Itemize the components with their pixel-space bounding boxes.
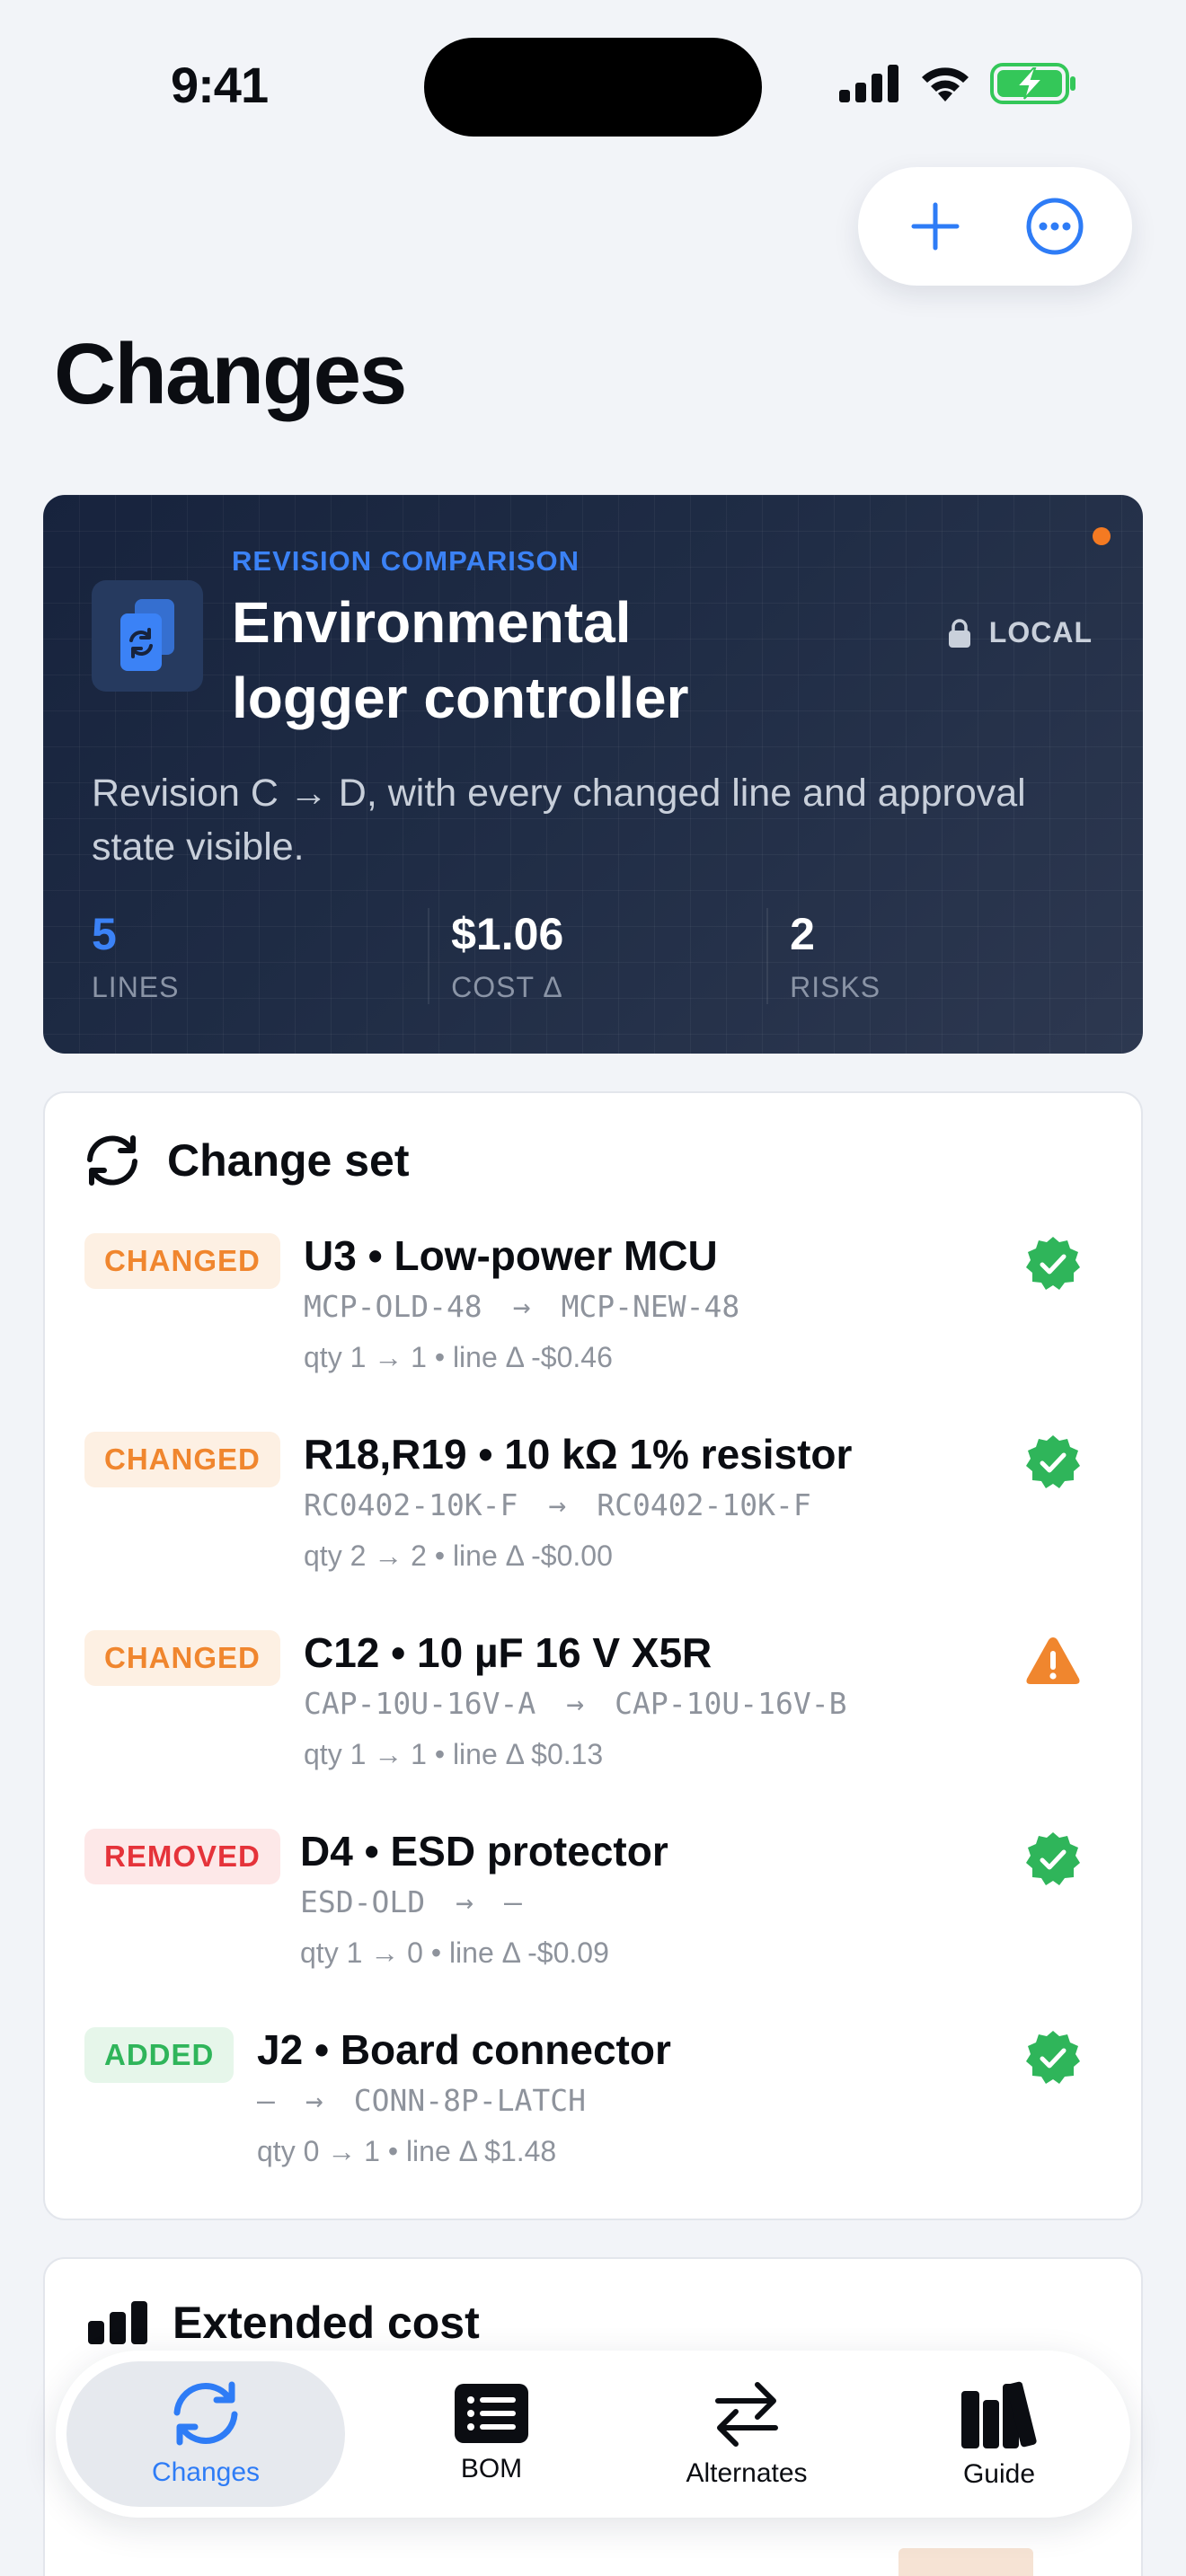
tab-changes[interactable]: Changes [66, 2361, 345, 2507]
stat-cost-delta: $1.06 COST Δ [429, 908, 769, 1004]
tab-bom[interactable]: BOM [397, 2361, 586, 2507]
dynamic-island [424, 38, 762, 137]
more-button[interactable] [1014, 186, 1095, 267]
hero-subtitle: Revision C → D, with every changed line … [92, 772, 1026, 869]
row-qty: qty 1 → 0 • line Δ -$0.09 [300, 1936, 609, 1969]
revision-summary-card[interactable]: REVISION COMPARISON Environmental logger… [43, 495, 1143, 1054]
cellular-signal-icon [839, 65, 898, 102]
arrow: → [456, 1884, 474, 1919]
arrow: → [566, 1686, 585, 1721]
list-icon [455, 2384, 528, 2443]
ellipsis-circle-icon [1026, 198, 1084, 255]
refresh-icon [87, 1135, 137, 1186]
row-title: U3 • Low-power MCU [304, 1232, 718, 1279]
warning-triangle-icon [1026, 1637, 1080, 1684]
extended-cost-title: Extended cost [173, 2298, 480, 2348]
from-part: RC0402-10K-F [304, 1487, 518, 1522]
row-parts: RC0402-10K-F → RC0402-10K-F [304, 1487, 811, 1522]
change-badge: CHANGED [84, 1630, 280, 1686]
change-row[interactable]: CHANGED C12 • 10 µF 16 V X5R CAP-10U-16V… [84, 1629, 1109, 1801]
wifi-icon [922, 67, 969, 101]
row-title: D4 • ESD protector [300, 1828, 668, 1875]
change-badge: CHANGED [84, 1233, 280, 1289]
row-qty: qty 2 → 2 • line Δ -$0.00 [304, 1539, 613, 1572]
arrow: → [305, 2083, 323, 2118]
stat-value: 2 [790, 909, 815, 959]
change-set-header: Change set [83, 1134, 410, 1187]
stat-lines: 5 LINES [92, 908, 430, 1004]
from-part: — [257, 2083, 275, 2118]
stat-value: 5 [92, 909, 117, 959]
battery-charging-icon [990, 63, 1075, 104]
change-row[interactable]: CHANGED R18,R19 • 10 kΩ 1% resistor RC04… [84, 1431, 1109, 1602]
row-parts: ESD-OLD → — [300, 1884, 522, 1919]
tab-bar: Changes BOM Alternates Guide [56, 2351, 1130, 2518]
stat-label: RISKS [790, 971, 881, 1003]
stat-label: LINES [92, 971, 180, 1003]
cost-bar [898, 2548, 1033, 2576]
to-part: CONN-8P-LATCH [353, 2083, 587, 2118]
change-badge: CHANGED [84, 1432, 280, 1487]
tab-label: Changes [151, 2457, 261, 2487]
page-title: Changes [54, 326, 407, 422]
row-parts: — → CONN-8P-LATCH [257, 2083, 586, 2118]
from-part: CAP-10U-16V-A [304, 1686, 536, 1721]
bar-chart-icon [88, 2301, 147, 2344]
to-part: RC0402-10K-F [597, 1487, 811, 1522]
local-status: LOCAL [948, 616, 1093, 649]
hero-stats: 5 LINES $1.06 COST Δ 2 RISKS [92, 908, 1107, 1004]
hero-title: Environmental logger controller [232, 590, 689, 730]
local-label: LOCAL [988, 616, 1093, 648]
change-row[interactable]: REMOVED D4 • ESD protector ESD-OLD → — q… [84, 1828, 1109, 1999]
row-qty: qty 1 → 1 • line Δ -$0.46 [304, 1341, 613, 1373]
approved-check-icon [1026, 1435, 1080, 1488]
change-badge: REMOVED [84, 1829, 280, 1884]
change-row[interactable]: CHANGED U3 • Low-power MCU MCP-OLD-48 → … [84, 1232, 1109, 1404]
tab-label: Alternates [686, 2458, 808, 2488]
approved-check-icon [1026, 1832, 1080, 1885]
row-title: C12 • 10 µF 16 V X5R [304, 1629, 712, 1676]
toolbar-actions [858, 167, 1132, 286]
row-title: R18,R19 • 10 kΩ 1% resistor [304, 1431, 853, 1478]
stat-value: $1.06 [451, 909, 564, 959]
to-part: — [503, 1884, 522, 1919]
to-part: MCP-NEW-48 [561, 1289, 740, 1324]
from-part: ESD-OLD [300, 1884, 426, 1919]
lock-icon [948, 618, 970, 648]
swap-arrows-icon [715, 2382, 778, 2447]
to-part: CAP-10U-16V-B [615, 1686, 847, 1721]
tab-label: Guide [962, 2459, 1036, 2489]
status-time: 9:41 [171, 57, 269, 113]
approved-check-icon [1026, 1237, 1080, 1290]
row-qty: qty 0 → 1 • line Δ $1.48 [257, 2135, 557, 2167]
row-qty: qty 1 → 1 • line Δ $0.13 [304, 1738, 604, 1770]
tab-guide[interactable]: Guide [909, 2361, 1089, 2507]
tab-alternates[interactable]: Alternates [643, 2361, 850, 2507]
extended-cost-header: Extended cost [88, 2297, 480, 2349]
change-set-title: Change set [167, 1135, 410, 1186]
change-set-card: Change set CHANGED U3 • Low-power MCU MC… [43, 1091, 1143, 2220]
row-parts: MCP-OLD-48 → MCP-NEW-48 [304, 1289, 739, 1324]
tab-label: BOM [460, 2454, 523, 2483]
from-part: MCP-OLD-48 [304, 1289, 482, 1324]
unsaved-indicator-dot [1093, 527, 1111, 545]
status-icons [839, 63, 1078, 104]
change-badge: ADDED [84, 2027, 235, 2083]
row-title: J2 • Board connector [257, 2026, 671, 2073]
revision-compare-icon [92, 580, 203, 692]
row-parts: CAP-10U-16V-A → CAP-10U-16V-B [304, 1686, 846, 1721]
change-row[interactable]: ADDED J2 • Board connector — → CONN-8P-L… [84, 2026, 1109, 2198]
hero-eyebrow: REVISION COMPARISON [232, 545, 580, 577]
books-icon [961, 2381, 1037, 2448]
arrow: → [512, 1289, 531, 1324]
stat-risks: 2 RISKS [768, 908, 1107, 1004]
refresh-icon [173, 2381, 238, 2446]
approved-check-icon [1026, 2031, 1080, 2084]
plus-icon [911, 202, 960, 251]
add-button[interactable] [895, 186, 976, 267]
stat-label: COST Δ [451, 971, 563, 1003]
arrow: → [548, 1487, 567, 1522]
